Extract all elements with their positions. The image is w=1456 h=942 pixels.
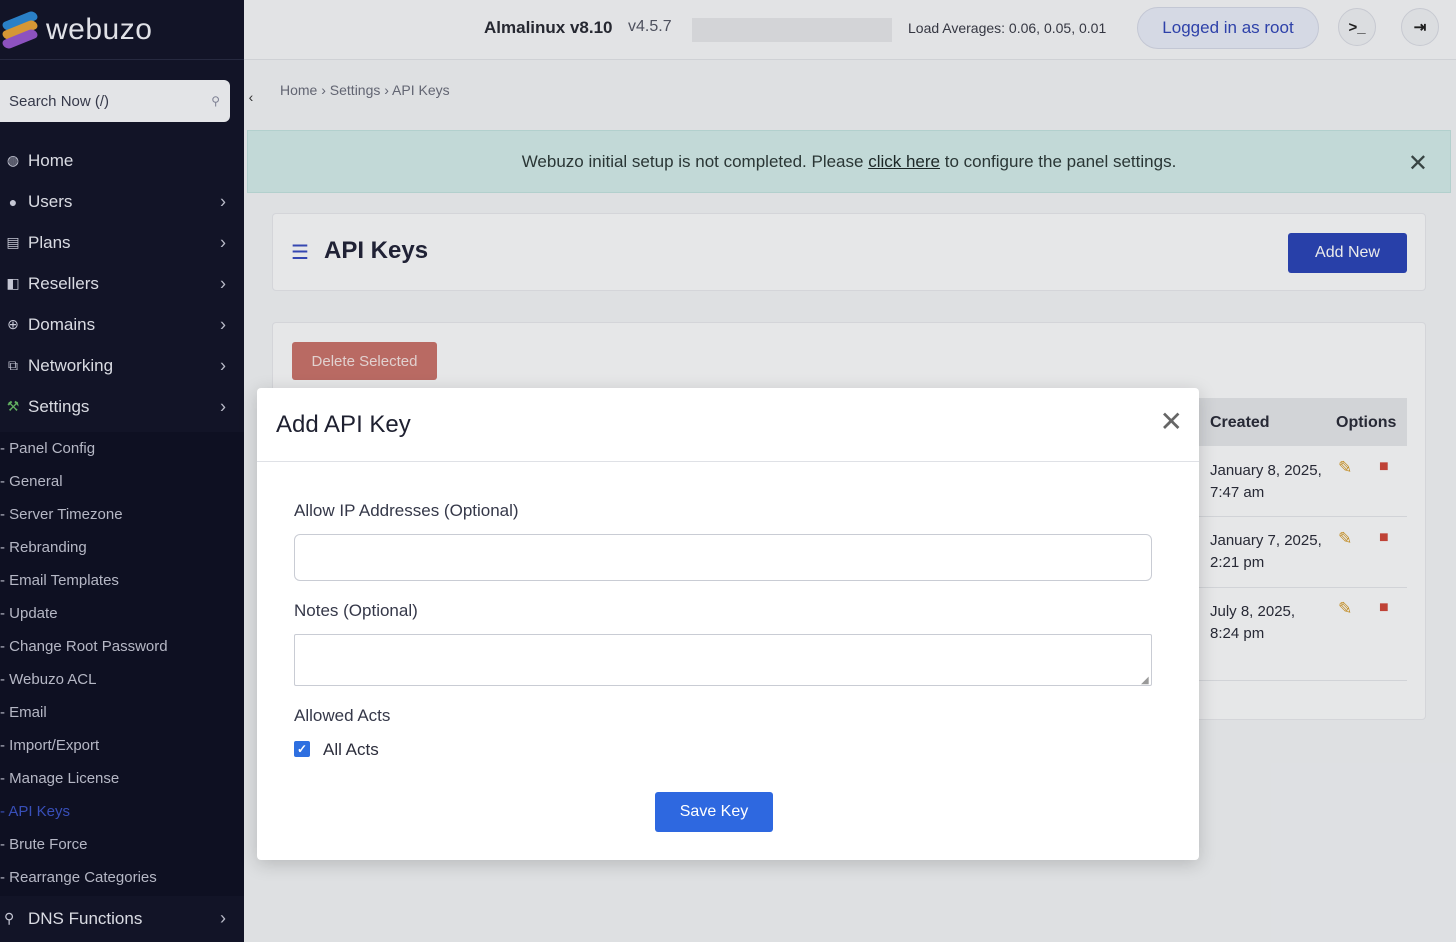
- all-acts-checkbox[interactable]: ✓: [294, 741, 310, 757]
- all-acts-label[interactable]: All Acts: [323, 740, 379, 760]
- ip-addresses-label: Allow IP Addresses (Optional): [294, 501, 519, 520]
- save-key-button[interactable]: Save Key: [655, 792, 773, 832]
- allowed-acts-label: Allowed Acts: [294, 706, 391, 725]
- ip-addresses-input[interactable]: [294, 534, 1152, 581]
- add-api-key-modal: Add API Key ✕ Allow IP Addresses (Option…: [257, 388, 1199, 860]
- notes-label: Notes (Optional): [294, 601, 418, 620]
- modal-title: Add API Key: [276, 411, 411, 438]
- notes-textarea[interactable]: [294, 634, 1152, 686]
- close-icon[interactable]: ✕: [1160, 408, 1183, 436]
- resize-handle-icon[interactable]: ◢: [1141, 675, 1149, 686]
- modal-header: Add API Key ✕: [257, 388, 1199, 462]
